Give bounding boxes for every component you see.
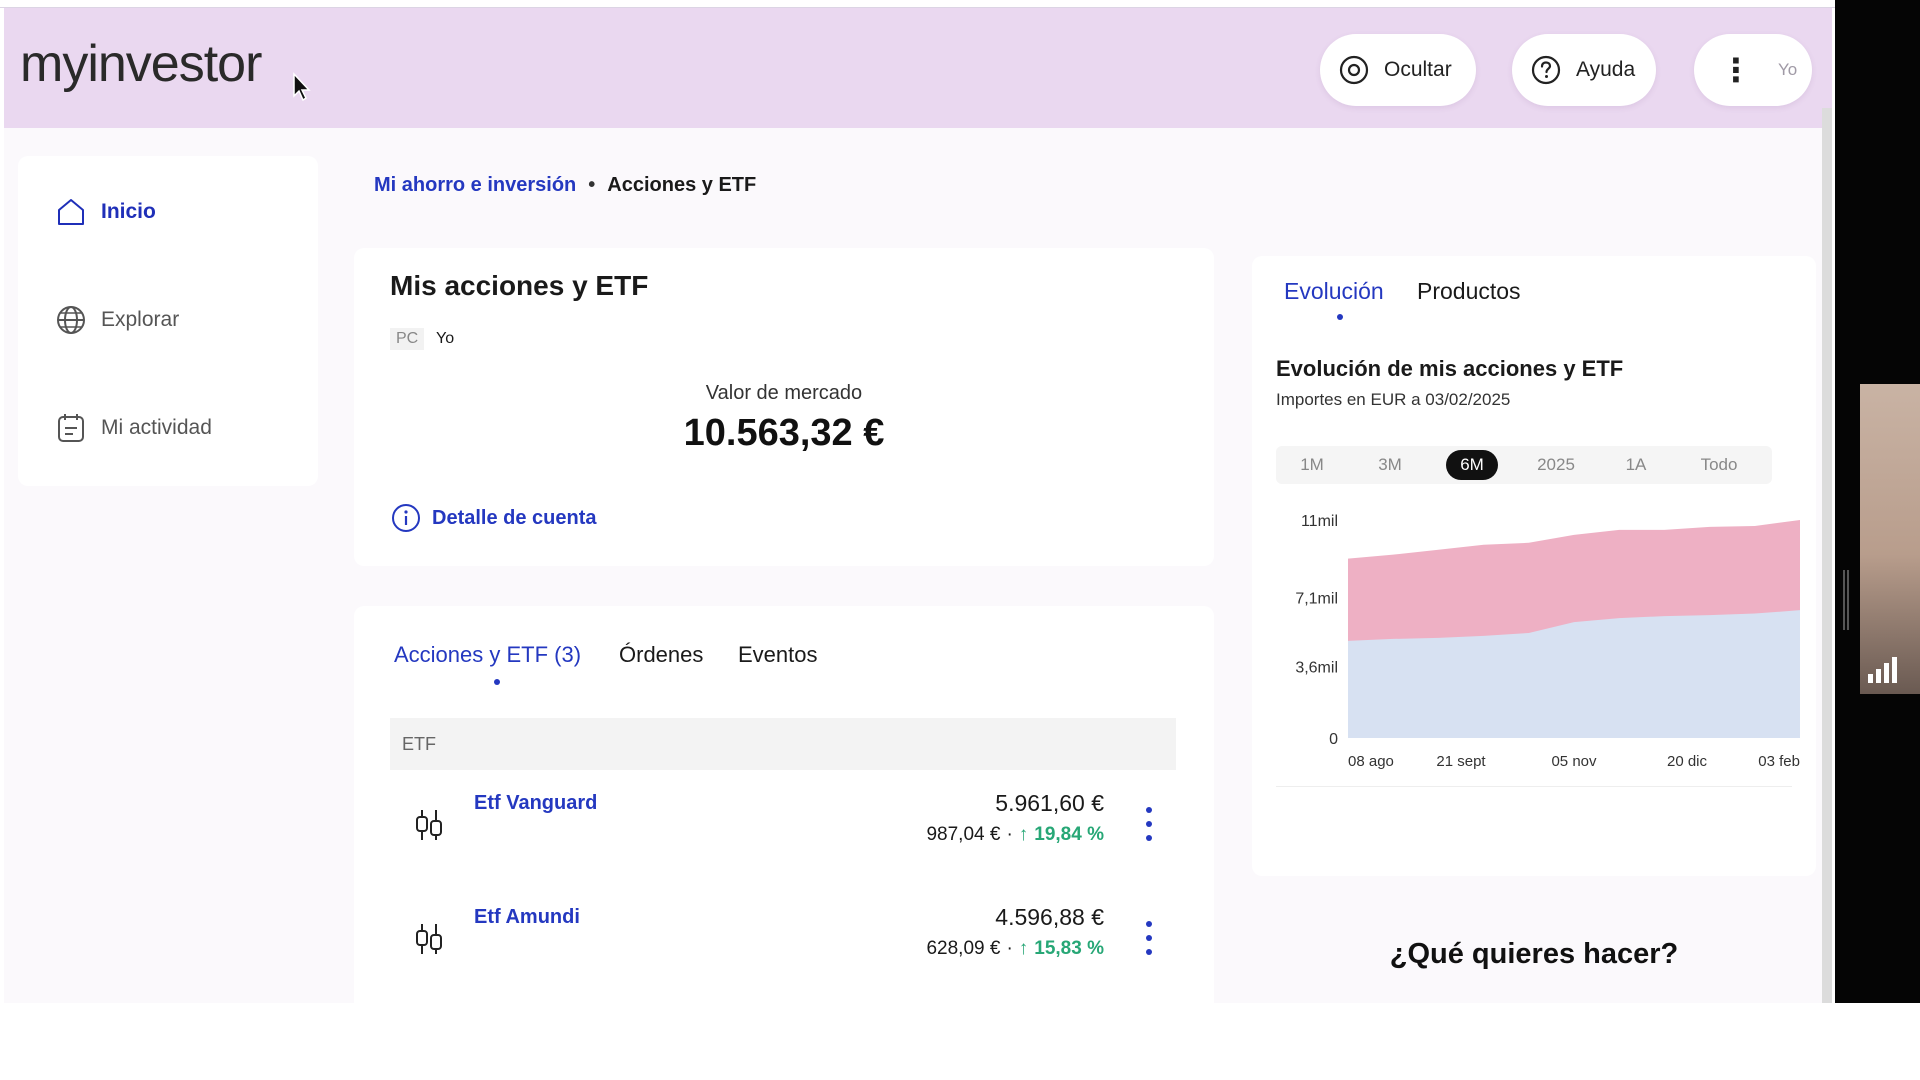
tab-evolucion[interactable]: Evolución [1284,278,1384,305]
holding-performance: 628,09 € · ↑ 15,83 % [926,938,1104,960]
holding-row[interactable]: Etf Vanguard 5.961,60 € 987,04 € · ↑ 19,… [390,782,1176,874]
hide-balance-label: Ocultar [1384,58,1452,81]
portfolio-summary-card: Mis acciones y ETF PC Yo Valor de mercad… [354,248,1214,566]
tab-eventos[interactable]: Eventos [738,642,818,668]
sidebar-item-inicio[interactable]: Inicio [54,192,156,232]
evolution-card: Evolución Productos Evolución de mis acc… [1252,256,1816,876]
holding-percent: 19,84 % [1034,824,1104,845]
x-tick-label: 03 feb [1758,753,1800,770]
more-vertical-icon[interactable] [1144,918,1154,958]
holding-name[interactable]: Etf Amundi [474,906,580,929]
y-tick-label: 3,6mil [1295,660,1338,677]
x-tick-label: 21 sept [1436,753,1486,770]
app-window: myinvestor Ocultar Ayuda ⋮ Yo Inicio Exp… [4,8,1832,1003]
more-vertical-icon[interactable] [1144,804,1154,844]
tab-acciones-etf[interactable]: Acciones y ETF (3) [394,642,581,668]
tab-productos[interactable]: Productos [1417,278,1521,305]
page-title: Mis acciones y ETF [390,270,649,301]
range-button-todo[interactable]: Todo [1690,450,1748,480]
candlestick-icon [416,810,442,840]
breadcrumb-link-ahorro[interactable]: Mi ahorro e inversión [374,174,576,197]
y-tick-label: 0 [1329,731,1338,748]
help-label: Ayuda [1576,58,1636,81]
browser-top-edge [0,0,1835,8]
video-thumbnail[interactable] [1860,384,1920,694]
time-range-selector: 1M 3M 6M 2025 1A Todo [1276,446,1772,484]
x-tick-label: 20 dic [1667,753,1708,770]
signal-strength-icon [1868,657,1897,683]
page-scrollbar[interactable] [1822,108,1832,1003]
active-tab-indicator [494,679,500,685]
tab-ordenes[interactable]: Órdenes [619,642,703,668]
holding-value: 5.961,60 € [995,790,1104,816]
account-detail-label: Detalle de cuenta [432,506,597,529]
sidebar-item-mi-actividad[interactable]: Mi actividad [54,408,212,448]
top-header: myinvestor Ocultar Ayuda ⋮ Yo [4,8,1832,128]
holding-value: 4.596,88 € [995,904,1104,930]
arrow-up-icon: ↑ [1018,824,1029,845]
holdings-card: Acciones y ETF (3) Órdenes Eventos ETF E… [354,606,1214,1003]
account-type-badge: PC [390,328,425,350]
screen: myinvestor Ocultar Ayuda ⋮ Yo Inicio Exp… [0,0,1920,1003]
holding-row[interactable]: Etf Amundi 4.596,88 € 628,09 € · ↑ 15,83… [390,896,1176,988]
holding-name[interactable]: Etf Vanguard [474,792,597,815]
user-menu-button[interactable]: ⋮ Yo [1694,34,1812,106]
market-value-amount: 10.563,32 € [683,412,885,454]
separator-dot: · [1006,824,1013,845]
x-tick-label: 08 ago [1348,753,1394,770]
globe-icon [57,306,85,334]
range-button-2025[interactable]: 2025 [1526,450,1586,480]
more-vertical-icon: ⋮ [1720,52,1752,88]
question-icon [1531,55,1561,85]
user-avatar-label: Yo [1778,60,1798,79]
separator-dot: · [1006,938,1013,959]
holding-percent: 15,83 % [1034,938,1104,959]
range-button-1a[interactable]: 1A [1612,450,1660,480]
help-button[interactable]: Ayuda [1512,34,1656,106]
evolution-area-chart[interactable]: 0 3,6mil 7,1mil 11mil 08 ago 21 sept 05 nov 20 … [1252,506,1816,776]
range-button-1m[interactable]: 1M [1288,450,1336,480]
sidebar-item-label: Mi actividad [101,416,212,439]
resize-handle[interactable] [1843,570,1849,630]
holding-performance: 987,04 € · ↑ 19,84 % [926,824,1104,846]
y-tick-label: 7,1mil [1295,590,1338,607]
market-value-label: Valor de mercado [705,382,863,404]
holding-gain: 987,04 € [926,824,1001,845]
sidebar-item-label: Explorar [101,308,180,331]
breadcrumb-current: Acciones y ETF [607,174,757,196]
what-to-do-heading: ¿Qué quieres hacer? [1389,938,1679,970]
account-detail-link[interactable]: Detalle de cuenta [390,502,597,534]
home-icon [58,199,84,225]
candlestick-icon [416,924,442,954]
arrow-up-icon: ↑ [1018,938,1029,959]
calendar-icon [58,414,84,442]
chart-subtitle: Importes en EUR a 03/02/2025 [1276,390,1511,409]
info-icon [392,504,420,532]
section-header-etf: ETF [390,718,1176,770]
account-owner-label: Yo [436,330,455,347]
sidebar-item-label: Inicio [101,200,156,223]
mouse-cursor-icon [293,72,311,102]
active-tab-indicator [1337,314,1343,320]
range-button-6m[interactable]: 6M [1446,450,1498,480]
eye-icon [1339,55,1369,85]
sidebar: Inicio Explorar Mi actividad [18,156,318,486]
y-tick-label: 11mil [1301,513,1338,530]
range-button-3m[interactable]: 3M [1366,450,1414,480]
chart-title: Evolución de mis acciones y ETF [1276,356,1624,381]
divider [1276,786,1792,787]
holding-gain: 628,09 € [926,938,1001,959]
brand-logo[interactable]: myinvestor [20,34,262,94]
breadcrumb: Mi ahorro e inversión • Acciones y ETF [374,174,756,197]
sidebar-item-explorar[interactable]: Explorar [54,300,179,340]
breadcrumb-separator: • [588,174,596,196]
x-tick-label: 05 nov [1551,753,1597,770]
hide-balance-button[interactable]: Ocultar [1320,34,1476,106]
